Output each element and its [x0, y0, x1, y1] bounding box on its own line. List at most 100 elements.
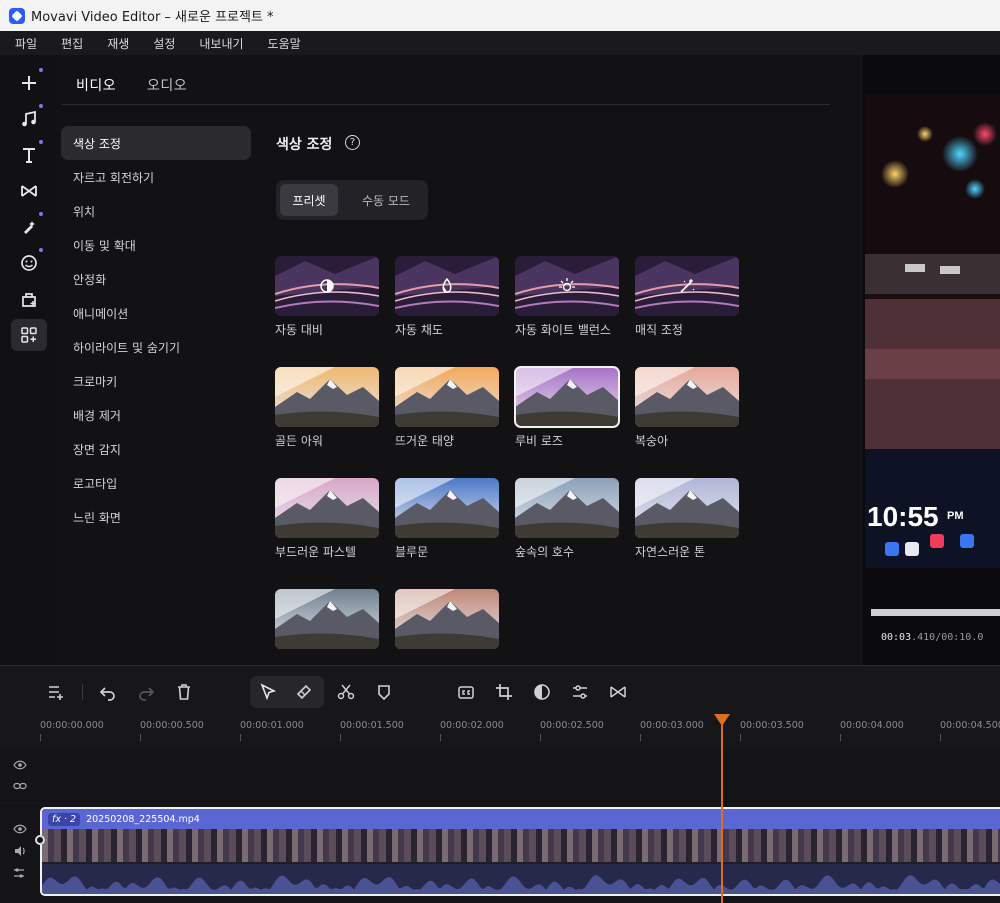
preset-mode-button[interactable]: 프리셋: [280, 184, 338, 216]
preset-tile[interactable]: [635, 478, 739, 538]
preset-thumbnail: [515, 367, 619, 427]
timeline-ruler[interactable]: 00:00:00.000 00:00:00.500 00:00:01.000 00:0…: [0, 712, 1000, 747]
tools-panel: 비디오 오디오 색상 조정 자르고 회전하기 위치 이동 및 확대 안정화 애니메이션 하이…: [58, 55, 863, 665]
delete-button[interactable]: [174, 682, 194, 702]
preset-tile[interactable]: [395, 589, 499, 649]
tool-transitions[interactable]: [11, 175, 47, 207]
clip-properties-button[interactable]: [570, 682, 590, 702]
preset-tile[interactable]: [395, 478, 499, 538]
preset-tile[interactable]: [395, 256, 499, 316]
captions-button[interactable]: [456, 682, 476, 702]
preset-tile[interactable]: [635, 256, 739, 316]
category-item[interactable]: 느린 화면: [61, 500, 251, 534]
preset-thumbnail: [635, 367, 739, 427]
category-item[interactable]: 장면 감지: [61, 432, 251, 466]
tab-audio[interactable]: 오디오: [147, 75, 187, 95]
ruler-label: 00:00:00.500: [140, 720, 204, 731]
tool-titles[interactable]: [11, 139, 47, 171]
ruler-label: 00:00:03.500: [740, 720, 804, 731]
link-icon[interactable]: [13, 779, 27, 793]
preset-tile[interactable]: [635, 367, 739, 427]
preset-tile[interactable]: [515, 256, 619, 316]
preset-label: 자동 채도: [395, 323, 443, 337]
volume-keyframe-handle[interactable]: [35, 835, 45, 845]
tool-music[interactable]: [11, 103, 47, 135]
menu-file[interactable]: 파일: [0, 35, 46, 52]
transition-icon: [610, 686, 626, 698]
preset-tile[interactable]: [514, 366, 620, 428]
contrast-icon: [534, 684, 550, 700]
empty-track: [0, 748, 1000, 802]
color-adjust-button[interactable]: [532, 682, 552, 702]
category-item[interactable]: 하이라이트 및 숨기기: [61, 330, 251, 364]
undo-button[interactable]: [98, 682, 118, 702]
preset-label: 뜨거운 태양: [395, 434, 455, 448]
menu-export[interactable]: 내보내기: [184, 35, 252, 52]
transition-wizard-button[interactable]: [608, 682, 628, 702]
tool-more[interactable]: [11, 319, 47, 351]
volume-icon[interactable]: [13, 844, 27, 858]
split-button[interactable]: [336, 682, 356, 702]
select-tool-button[interactable]: [258, 682, 278, 702]
manual-mode-button[interactable]: 수동 모드: [348, 184, 424, 216]
undo-icon: [99, 687, 115, 701]
add-track-button[interactable]: [46, 682, 66, 702]
razor-tool-button[interactable]: [294, 682, 314, 702]
stickers-icon: [21, 255, 37, 271]
ruler-label: 00:00:02.000: [440, 720, 504, 731]
menu-edit[interactable]: 편집: [46, 35, 92, 52]
help-icon[interactable]: ?: [345, 135, 360, 150]
menu-settings[interactable]: 설정: [138, 35, 184, 52]
category-item[interactable]: 색상 조정: [61, 126, 251, 160]
crop-button[interactable]: [494, 682, 514, 702]
redo-button[interactable]: [136, 682, 156, 702]
playhead-handle[interactable]: [714, 714, 730, 726]
fx-badge[interactable]: fx · 2: [48, 812, 81, 826]
tool-stickers[interactable]: [11, 247, 47, 279]
category-item[interactable]: 위치: [61, 194, 251, 228]
eye-icon[interactable]: [13, 822, 27, 836]
video-clip[interactable]: fx · 2 20250208_225504.mp4: [40, 807, 1000, 896]
video-track: fx · 2 20250208_225504.mp4: [0, 804, 1000, 903]
eye-icon[interactable]: [13, 758, 27, 772]
tab-video[interactable]: 비디오: [76, 75, 116, 95]
ruler-tick: [140, 734, 141, 741]
category-item[interactable]: 자르고 회전하기: [61, 160, 251, 194]
preset-tile[interactable]: [515, 478, 619, 538]
grid-clip-mask: [268, 649, 568, 665]
text-icon: [23, 148, 35, 163]
tool-effects[interactable]: [11, 211, 47, 243]
tool-import[interactable]: [11, 67, 47, 99]
preset-tile[interactable]: [275, 367, 379, 427]
preset-label: 복숭아: [635, 434, 669, 448]
category-item[interactable]: 배경 제거: [61, 398, 251, 432]
category-item[interactable]: 로고타입: [61, 466, 251, 500]
preset-label: 숲속의 호수: [515, 545, 575, 559]
ruler-label: 00:00:01.500: [340, 720, 404, 731]
preset-label: 부드러운 파스텔: [275, 545, 357, 559]
menu-help[interactable]: 도움말: [253, 35, 310, 52]
tool-store[interactable]: [11, 283, 47, 315]
category-item[interactable]: 이동 및 확대: [61, 228, 251, 262]
preset-tile[interactable]: [275, 478, 379, 538]
preset-tile[interactable]: [275, 589, 379, 649]
clip-filmstrip: [42, 829, 1000, 862]
menu-playback[interactable]: 재생: [92, 35, 138, 52]
category-item[interactable]: 안정화: [61, 262, 251, 296]
preview-frame: 10:55 PM: [865, 94, 1000, 568]
scissors-icon: [337, 684, 355, 700]
preset-label: 매직 조정: [635, 323, 683, 337]
preset-tile[interactable]: [395, 367, 499, 427]
ruler-tick: [40, 734, 41, 741]
category-item[interactable]: 애니메이션: [61, 296, 251, 330]
clip-header: fx · 2 20250208_225504.mp4: [42, 809, 1000, 829]
preset-tile[interactable]: [275, 256, 379, 316]
preset-thumbnail: [395, 589, 499, 649]
ruler-label: 00:00:03.000: [640, 720, 704, 731]
category-item[interactable]: 크로마키: [61, 364, 251, 398]
preview-progress-bar[interactable]: [871, 609, 1000, 616]
menu-bar: 파일 편집 재생 설정 내보내기 도움말: [0, 31, 1000, 55]
marker-button[interactable]: [374, 682, 394, 702]
ruler-tick: [340, 734, 341, 741]
track-settings-icon[interactable]: [12, 866, 26, 880]
